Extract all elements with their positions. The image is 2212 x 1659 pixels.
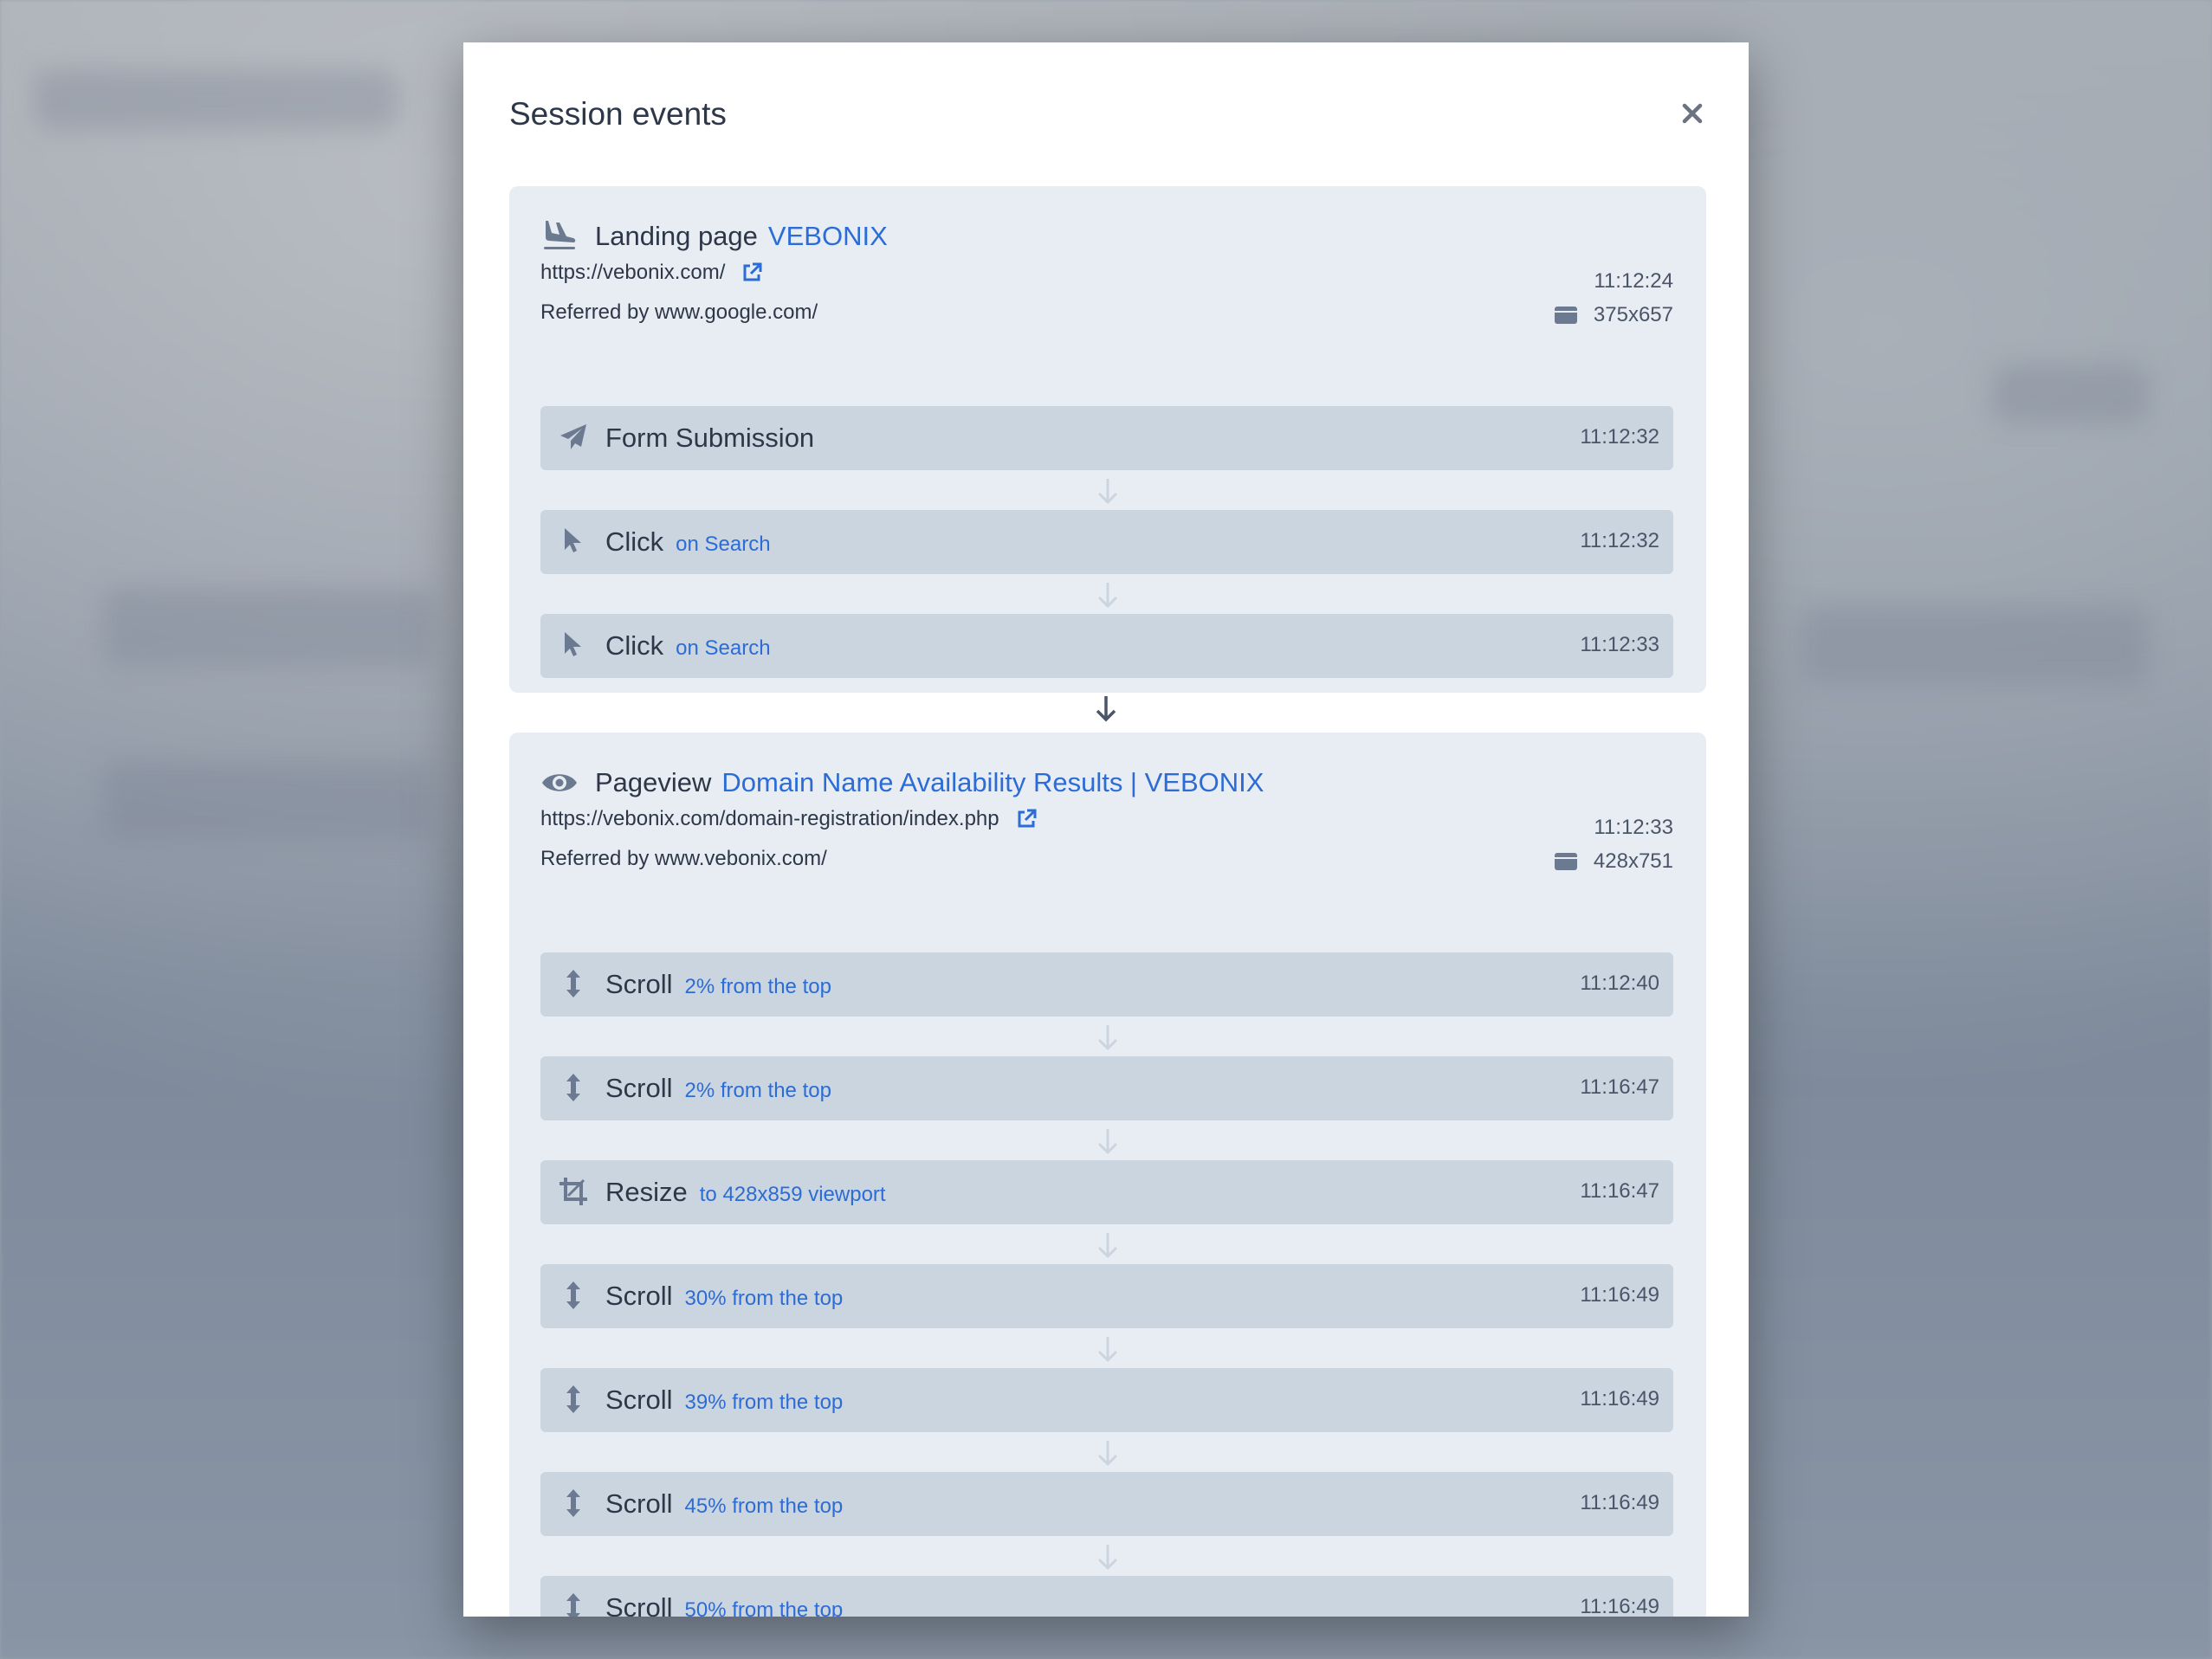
event-type-label: Pageview	[595, 767, 712, 797]
scroll-vertical-icon	[566, 1593, 580, 1617]
page-url: https://vebonix.com/	[540, 261, 763, 285]
event-detail: on Search	[676, 533, 771, 556]
event-type: Landing page VEBONIX	[595, 221, 888, 252]
scroll-vertical-icon	[566, 1489, 580, 1517]
background-shape	[1992, 364, 2148, 424]
event-detail: 39% from the top	[684, 1391, 844, 1414]
event-row[interactable]: Click on Search 11:12:33	[540, 614, 1673, 678]
arrow-down-icon	[1097, 583, 1118, 609]
event-row[interactable]: Scroll 39% from the top 11:16:49	[540, 1368, 1673, 1432]
event-name: Scroll	[605, 1385, 673, 1415]
scroll-vertical-icon	[566, 1281, 580, 1309]
modal-header: Session events	[463, 42, 1749, 185]
arrow-down-icon	[1097, 479, 1118, 505]
event-row[interactable]: Form Submission 11:12:32	[540, 406, 1673, 470]
event-row[interactable]: Scroll 45% from the top 11:16:49	[540, 1472, 1673, 1536]
background-shape	[104, 589, 433, 667]
event-time: 11:16:47	[1580, 1179, 1659, 1203]
page-title-link[interactable]: VEBONIX	[768, 221, 888, 251]
event-time: 11:16:49	[1580, 1387, 1659, 1410]
event-row[interactable]: Resize to 428x859 viewport 11:16:47	[540, 1160, 1673, 1224]
page-url-text: https://vebonix.com/	[540, 261, 726, 284]
viewport-size: 375x657	[1554, 303, 1673, 327]
event-time: 11:16:49	[1580, 1283, 1659, 1307]
event-type: Pageview Domain Name Availability Results…	[595, 767, 1264, 798]
event-row[interactable]: Scroll 2% from the top 11:12:40	[540, 952, 1673, 1017]
page-url: https://vebonix.com/domain-registration/…	[540, 807, 1038, 831]
viewport-text: 375x657	[1593, 303, 1673, 326]
scroll-vertical-icon	[566, 1385, 580, 1413]
external-link-icon[interactable]	[741, 261, 763, 284]
event-row[interactable]: Scroll 30% from the top 11:16:49	[540, 1264, 1673, 1328]
event-detail: on Search	[676, 636, 771, 660]
event-row[interactable]: Scroll 50% from the top 11:16:49	[540, 1576, 1673, 1617]
session-events-modal: Session events Landing page VEBONIX https…	[463, 42, 1749, 1617]
event-name: Scroll	[605, 1488, 673, 1519]
scroll-vertical-icon	[566, 970, 580, 997]
event-name: Form Submission	[605, 423, 815, 453]
cursor-icon	[565, 632, 581, 656]
event-name: Click	[605, 526, 664, 557]
group-time: 11:12:33	[1594, 816, 1673, 839]
arrow-down-icon	[1097, 1545, 1118, 1571]
event-time: 11:12:40	[1580, 972, 1659, 995]
event-detail: 30% from the top	[684, 1287, 844, 1310]
event-name: Scroll	[605, 1073, 673, 1103]
event-detail: 45% from the top	[684, 1494, 844, 1518]
arrow-down-icon	[1097, 1233, 1118, 1259]
browser-window-icon	[1554, 853, 1577, 870]
background-shape	[1801, 606, 2148, 684]
event-time: 11:12:32	[1580, 425, 1659, 449]
modal-title: Session events	[509, 96, 727, 132]
referrer: Referred by www.google.com/	[540, 300, 818, 324]
landing-page-group: Landing page VEBONIX https://vebonix.com/…	[509, 186, 1706, 693]
close-button[interactable]	[1675, 96, 1710, 131]
event-time: 11:16:49	[1580, 1595, 1659, 1617]
viewport-size: 428x751	[1554, 849, 1673, 874]
background-shape	[104, 762, 433, 840]
event-detail: 50% from the top	[684, 1598, 844, 1617]
background-shape	[35, 69, 398, 130]
event-name: Scroll	[605, 969, 673, 999]
event-time: 11:12:32	[1580, 529, 1659, 552]
cursor-icon	[565, 528, 581, 552]
scroll-vertical-icon	[566, 1074, 580, 1101]
event-name: Scroll	[605, 1281, 673, 1311]
event-time: 11:12:33	[1580, 633, 1659, 656]
pageview-group: Pageview Domain Name Availability Results…	[509, 733, 1706, 1617]
page-title-link[interactable]: Domain Name Availability Results | VEBON…	[721, 767, 1264, 797]
close-icon	[1682, 103, 1703, 124]
event-time: 11:16:47	[1580, 1075, 1659, 1099]
event-time: 11:16:49	[1580, 1491, 1659, 1514]
group-time: 11:12:24	[1594, 269, 1673, 293]
event-name: Resize	[605, 1177, 688, 1207]
group-connector-arrow-icon	[1096, 696, 1116, 722]
arrow-down-icon	[1097, 1441, 1118, 1467]
event-detail: 2% from the top	[684, 1079, 831, 1102]
event-detail: to 428x859 viewport	[699, 1183, 886, 1206]
event-row[interactable]: Scroll 2% from the top 11:16:47	[540, 1056, 1673, 1120]
plane-landing-icon	[544, 221, 576, 249]
arrow-down-icon	[1097, 1129, 1118, 1155]
arrow-down-icon	[1097, 1337, 1118, 1363]
paper-plane-icon	[560, 424, 586, 449]
referrer: Referred by www.vebonix.com/	[540, 847, 827, 870]
event-name: Click	[605, 630, 664, 661]
viewport-text: 428x751	[1593, 849, 1673, 873]
eye-icon	[542, 774, 577, 791]
external-link-icon[interactable]	[1015, 808, 1038, 830]
browser-window-icon	[1554, 307, 1577, 324]
event-name: Scroll	[605, 1592, 673, 1617]
arrow-down-icon	[1097, 1025, 1118, 1051]
page-url-text: https://vebonix.com/domain-registration/…	[540, 807, 999, 830]
event-detail: 2% from the top	[684, 975, 831, 998]
crop-icon	[559, 1178, 587, 1205]
event-row[interactable]: Click on Search 11:12:32	[540, 510, 1673, 574]
event-type-label: Landing page	[595, 221, 758, 251]
